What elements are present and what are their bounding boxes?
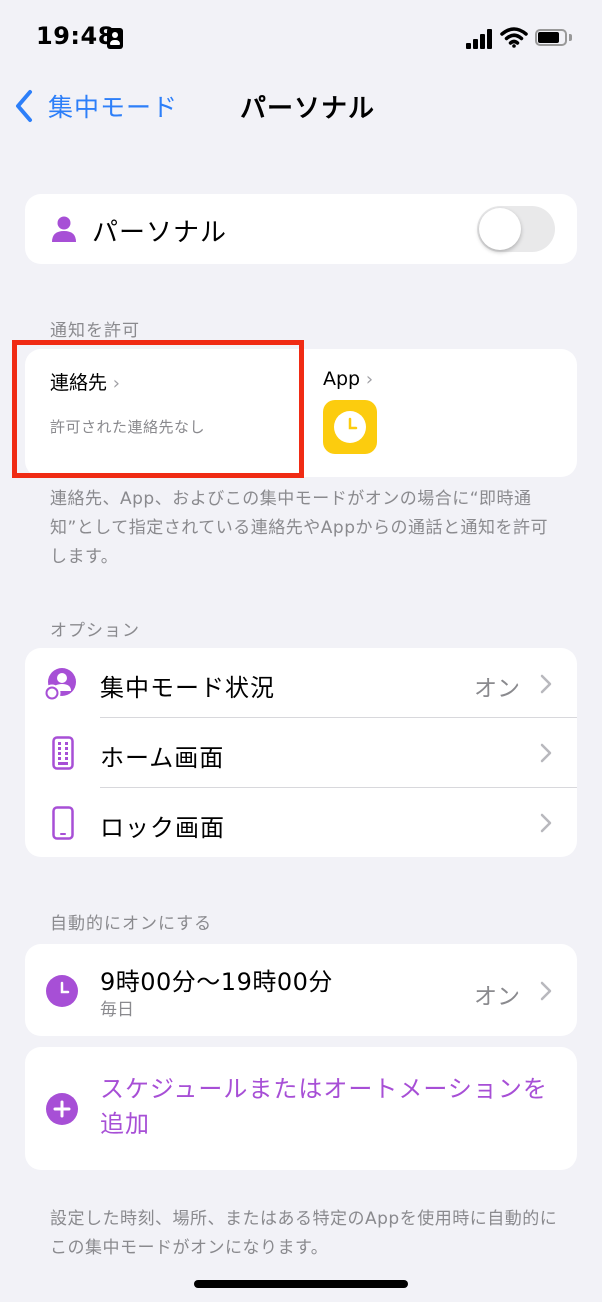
cellular-signal-icon	[466, 29, 494, 49]
status-time: 19:48	[36, 22, 115, 50]
chevron-right-icon	[540, 743, 552, 763]
plus-icon	[53, 1100, 71, 1118]
wifi-icon	[500, 27, 528, 48]
automation-footnote: 設定した時刻、場所、またはある特定のAppを使用時に自動的にこの集中モードがオン…	[50, 1209, 558, 1258]
battery-level	[538, 32, 559, 43]
toggle-knob[interactable]	[479, 208, 521, 250]
focus-name-label: パーソナル	[92, 218, 228, 248]
highlight-annotation	[12, 340, 304, 478]
option-label-focus-status: 集中モード状況	[100, 674, 275, 702]
option-label-home-screen: ホーム画面	[100, 744, 225, 772]
clock-hands-icon	[348, 417, 358, 430]
clock-hands-icon	[60, 981, 70, 994]
chevron-right-icon	[540, 674, 552, 694]
option-value-focus-status: オン	[474, 676, 520, 702]
battery-cap	[569, 34, 572, 41]
back-chevron-icon[interactable]	[12, 88, 40, 124]
home-screen-icon	[52, 736, 74, 770]
chevron-right-icon: ›	[360, 369, 374, 390]
section-label-allow: 通知を許可	[50, 321, 140, 341]
apps-label: App	[323, 368, 361, 390]
apps-button[interactable]: App ›	[323, 368, 373, 390]
add-schedule-label: スケジュールまたはオートメーションを追加	[100, 1075, 548, 1138]
section-label-options: オプション	[50, 621, 140, 641]
chevron-right-icon	[540, 813, 552, 833]
page-title: パーソナル	[240, 94, 376, 124]
option-label-lock-screen: ロック画面	[100, 814, 225, 842]
back-button[interactable]: 集中モード	[48, 88, 178, 124]
schedule-value: オン	[474, 984, 520, 1010]
portrait-lock-icon	[107, 28, 123, 49]
focus-status-icon	[43, 668, 76, 702]
home-indicator[interactable]	[194, 1280, 408, 1288]
lock-screen-icon	[52, 806, 74, 840]
allow-footnote: 連絡先、App、およびこの集中モードがオンの場合に“即時通知”として指定されてい…	[50, 489, 548, 567]
chevron-right-icon	[540, 981, 552, 1001]
schedule-repeat: 毎日	[100, 1000, 134, 1020]
schedule-time: 9時00分〜19時00分	[100, 968, 333, 996]
section-label-automation: 自動的にオンにする	[50, 914, 213, 934]
person-icon	[52, 216, 76, 242]
